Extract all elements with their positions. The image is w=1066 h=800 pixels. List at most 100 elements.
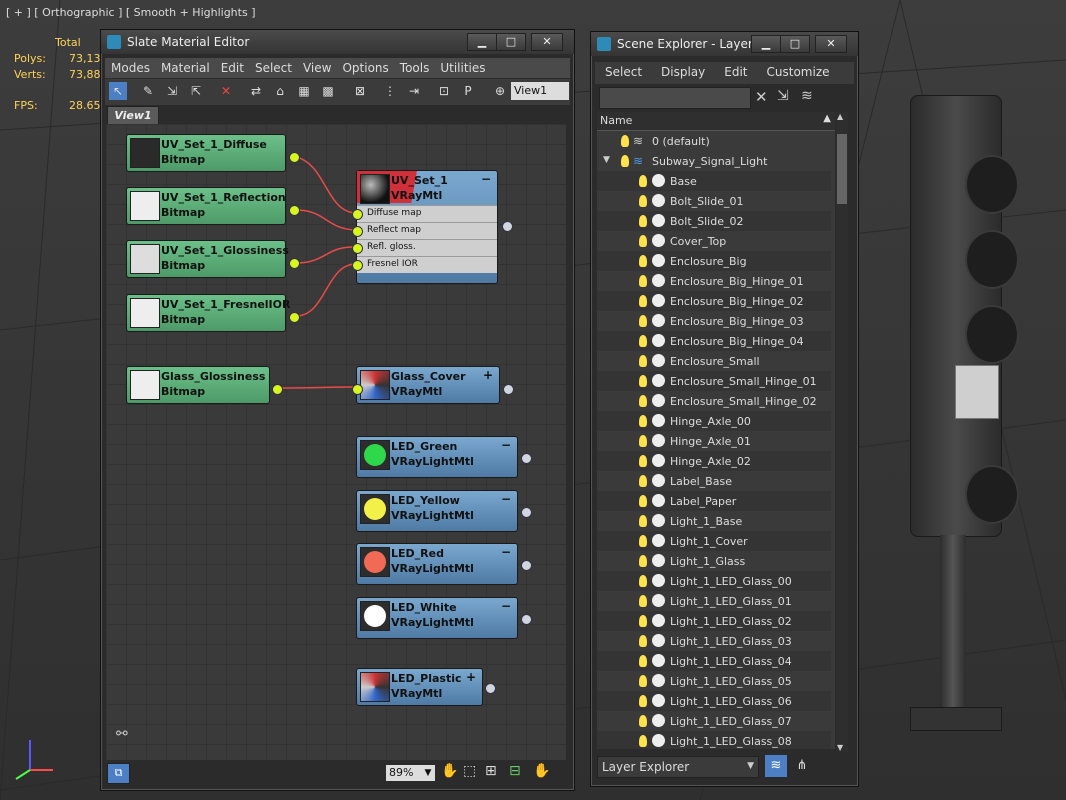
view-select-icon[interactable]: ⊕ [491, 82, 509, 100]
bulb-icon[interactable] [639, 715, 647, 727]
input-socket[interactable] [352, 209, 363, 220]
bulb-icon[interactable] [639, 315, 647, 327]
input-socket[interactable] [352, 226, 363, 237]
bulb-icon[interactable] [639, 535, 647, 547]
collapse-icon[interactable]: − [501, 492, 511, 506]
node-led-green[interactable]: LED_Green VRayLightMtl − [356, 436, 532, 478]
layout-children-icon[interactable]: ⇥ [405, 82, 423, 100]
node-uv-set-1-diffuse[interactable]: UV_Set_1_Diffuse Bitmap [126, 134, 300, 172]
scene-explorer-window[interactable]: Scene Explorer - Layer ... ▁ □ ✕ Select D… [590, 31, 859, 787]
object-row[interactable]: Hinge_Axle_00 [597, 411, 831, 431]
bulb-icon[interactable] [639, 555, 647, 567]
slot-diffuse-map[interactable]: Diffuse map [357, 205, 497, 222]
bulb-icon[interactable] [639, 635, 647, 647]
bulb-icon[interactable] [639, 375, 647, 387]
object-row[interactable]: Enclosure_Small_Hinge_01 [597, 371, 831, 391]
node-glass-glossiness[interactable]: Glass_Glossiness Bitmap [126, 366, 283, 404]
tree-scrollbar[interactable]: ▲ ▼ [836, 112, 848, 752]
hierarchy-mode-icon[interactable]: ⋔ [791, 755, 813, 777]
bulb-icon[interactable] [639, 575, 647, 587]
put-material-icon[interactable]: ⇲ [163, 82, 181, 100]
slate-titlebar[interactable]: Slate Material Editor ▁ □ ✕ [101, 30, 574, 54]
close-button[interactable]: ✕ [815, 35, 847, 53]
tab-view1[interactable]: View1 [107, 106, 159, 126]
slot-reflect-map[interactable]: Reflect map [357, 222, 497, 239]
minimize-button[interactable]: ▁ [751, 35, 781, 53]
output-socket[interactable] [289, 152, 300, 163]
minimize-button[interactable]: ▁ [467, 33, 497, 51]
menu-edit[interactable]: Edit [221, 61, 244, 75]
clear-search-icon[interactable]: ✕ [755, 88, 768, 106]
bulb-icon[interactable] [639, 655, 647, 667]
menu-tools[interactable]: Tools [400, 61, 430, 75]
maximize-button[interactable]: □ [496, 33, 526, 51]
object-row[interactable]: Light_1_LED_Glass_06 [597, 691, 831, 711]
checker-icon[interactable]: ▩ [319, 82, 337, 100]
parameter-editor-icon[interactable]: P [459, 82, 477, 100]
node-glass-cover[interactable]: Glass_Cover VRayMtl + [352, 366, 514, 404]
collapse-icon[interactable]: − [501, 438, 511, 452]
column-header[interactable]: Name ▲ [597, 112, 835, 131]
object-row[interactable]: Light_1_Cover [597, 531, 831, 551]
bulb-icon[interactable] [639, 395, 647, 407]
pan-to-selected-icon[interactable]: ✋ [533, 763, 553, 783]
bulb-icon[interactable] [639, 295, 647, 307]
layout-icon[interactable]: ⋮ [381, 82, 399, 100]
zoom-extents-icon[interactable]: ⊞ [485, 763, 505, 783]
node-uv-set-1-glossiness[interactable]: UV_Set_1_Glossiness Bitmap [126, 240, 300, 278]
bulb-icon[interactable] [639, 255, 647, 267]
collapse-arrow-icon[interactable]: ▼ [603, 155, 610, 165]
object-row[interactable]: Label_Paper [597, 491, 831, 511]
layer-row-subway-signal-light[interactable]: ▼ ≋ Subway_Signal_Light [597, 151, 831, 171]
delete-icon[interactable]: ✕ [217, 82, 235, 100]
output-socket[interactable] [485, 683, 496, 694]
output-socket[interactable] [289, 205, 300, 216]
output-socket[interactable] [521, 453, 532, 464]
bulb-icon[interactable] [639, 195, 647, 207]
output-socket[interactable] [521, 507, 532, 518]
collapse-icon[interactable]: − [501, 599, 511, 613]
scroll-down-icon[interactable]: ▼ [837, 743, 843, 752]
object-row[interactable]: Enclosure_Big_Hinge_04 [597, 331, 831, 351]
navigator-icon[interactable]: ⧉ [107, 763, 130, 784]
zoom-region-icon[interactable]: ⬚ [463, 763, 483, 783]
bulb-icon[interactable] [639, 695, 647, 707]
node-led-yellow[interactable]: LED_Yellow VRayLightMtl − [356, 490, 532, 532]
object-row[interactable]: Hinge_Axle_02 [597, 451, 831, 471]
bulb-icon[interactable] [639, 615, 647, 627]
binoculars-icon[interactable]: ⚯ [116, 726, 128, 742]
select-tool-icon[interactable]: ↖ [109, 82, 127, 100]
object-row[interactable]: Light_1_LED_Glass_04 [597, 651, 831, 671]
bulb-icon[interactable] [639, 675, 647, 687]
object-row[interactable]: Enclosure_Big_Hinge_01 [597, 271, 831, 291]
show-map-icon[interactable]: ⊠ [351, 82, 369, 100]
collapse-icon[interactable]: − [501, 545, 511, 559]
output-socket[interactable] [289, 312, 300, 323]
node-options-icon[interactable]: ⊡ [435, 82, 453, 100]
object-row[interactable]: Light_1_LED_Glass_03 [597, 631, 831, 651]
bulb-icon[interactable] [639, 355, 647, 367]
output-socket[interactable] [503, 384, 514, 395]
menu-display[interactable]: Display [661, 65, 705, 79]
object-row[interactable]: Light_1_LED_Glass_08 [597, 731, 831, 749]
menu-material[interactable]: Material [161, 61, 210, 75]
object-row[interactable]: Enclosure_Small [597, 351, 831, 371]
bulb-icon[interactable] [621, 155, 629, 167]
output-socket[interactable] [502, 221, 513, 232]
menu-edit[interactable]: Edit [724, 65, 747, 79]
scene-titlebar[interactable]: Scene Explorer - Layer ... ▁ □ ✕ [591, 32, 858, 56]
menu-customize[interactable]: Customize [767, 65, 830, 79]
scroll-up-icon[interactable]: ▲ [837, 112, 843, 121]
object-row[interactable]: Hinge_Axle_01 [597, 431, 831, 451]
object-row[interactable]: Base [597, 171, 831, 191]
collapse-icon[interactable]: − [481, 172, 491, 186]
object-row[interactable]: Light_1_Glass [597, 551, 831, 571]
bulb-icon[interactable] [639, 515, 647, 527]
object-row[interactable]: Bolt_Slide_01 [597, 191, 831, 211]
object-row[interactable]: Light_1_LED_Glass_01 [597, 591, 831, 611]
sort-up-icon[interactable]: ▲ [823, 113, 831, 124]
bulb-icon[interactable] [639, 335, 647, 347]
layers-mode-icon[interactable]: ≋ [765, 755, 787, 777]
expand-icon[interactable]: + [483, 368, 493, 382]
object-row[interactable]: Cover_Top [597, 231, 831, 251]
